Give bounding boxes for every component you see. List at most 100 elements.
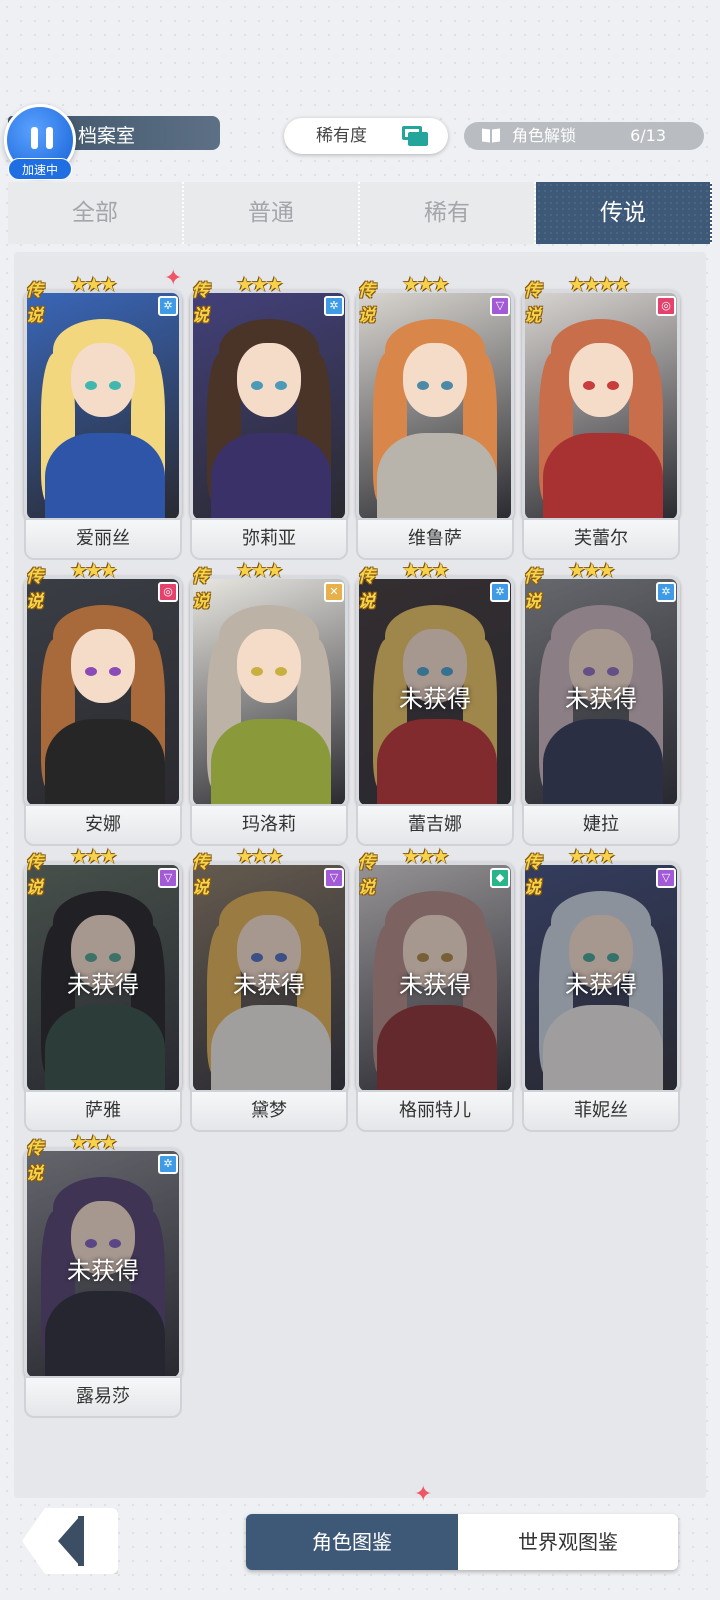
character-card[interactable]: ▽ 传说 ★★★ 维鲁萨	[356, 272, 514, 562]
unlock-label: 角色解锁	[512, 126, 577, 145]
rarity-label: 传说	[358, 853, 375, 898]
star-rating-icon: ★★★	[236, 558, 284, 582]
tab-character-gallery[interactable]: 角色图鉴	[246, 1514, 458, 1570]
star-rating-icon: ★★★	[70, 558, 118, 582]
ice-element-icon: ✲	[490, 582, 510, 602]
character-name: 弥莉亚	[190, 518, 348, 560]
star-rating-icon: ★★★	[70, 844, 118, 868]
rarity-label: 传说	[26, 1139, 43, 1184]
rarity-label: 传说	[26, 281, 43, 326]
unacquired-label: 未获得	[399, 971, 471, 999]
bottom-tabs: 角色图鉴 世界观图鉴	[246, 1514, 678, 1570]
character-card[interactable]: 未获得 ✲ 传说 ★★★ 露易莎	[24, 1130, 182, 1420]
character-portrait	[24, 290, 182, 522]
fire-element-icon: ◎	[158, 582, 178, 602]
tab-all[interactable]: 全部	[8, 182, 184, 244]
star-rating-icon: ★★★	[402, 558, 450, 582]
character-name: 萨雅	[24, 1090, 182, 1132]
star-rating-icon: ★★★	[70, 1130, 118, 1154]
rarity-label: 传说	[358, 567, 375, 612]
star-rating-icon: ★★★	[236, 844, 284, 868]
character-portrait	[522, 290, 680, 522]
speed-badge: 加速中	[8, 158, 72, 180]
new-sparkle-icon: ✦	[164, 266, 183, 291]
ice-element-icon: ✲	[324, 296, 344, 316]
unacquired-label: 未获得	[233, 971, 305, 999]
character-name: 玛洛莉	[190, 804, 348, 846]
character-name: 爱丽丝	[24, 518, 182, 560]
character-card[interactable]: 未获得 ▽ 传说 ★★★ 菲妮丝	[522, 844, 680, 1134]
character-name: 蕾吉娜	[356, 804, 514, 846]
character-name: 露易莎	[24, 1376, 182, 1418]
star-rating-icon: ★★★	[70, 272, 118, 296]
tab-worldview-gallery[interactable]: 世界观图鉴	[458, 1514, 678, 1570]
rarity-label: 传说	[26, 567, 43, 612]
character-name: 婕拉	[522, 804, 680, 846]
dark-element-icon: ▽	[656, 868, 676, 888]
unacquired-label: 未获得	[565, 685, 637, 713]
sort-toggle-icon	[402, 126, 430, 146]
character-card[interactable]: 未获得 ▽ 传说 ★★★ 萨雅	[24, 844, 182, 1134]
character-card[interactable]: 未获得 ▽ 传说 ★★★ 黛梦	[190, 844, 348, 1134]
character-card[interactable]: ✕ 传说 ★★★ 玛洛莉	[190, 558, 348, 848]
star-rating-icon: ★★★	[402, 844, 450, 868]
rarity-sort-label: 稀有度	[316, 126, 367, 146]
light-element-icon: ✕	[324, 582, 344, 602]
sparkle-icon: ✦	[414, 1482, 433, 1507]
rarity-label: 传说	[192, 281, 209, 326]
unacquired-label: 未获得	[67, 1257, 139, 1285]
character-portrait	[356, 290, 514, 522]
character-portrait: 未获得	[356, 576, 514, 808]
back-arrow-icon	[58, 1516, 80, 1566]
ice-element-icon: ✲	[158, 296, 178, 316]
dark-element-icon: ▽	[158, 868, 178, 888]
character-portrait	[190, 576, 348, 808]
character-card[interactable]: 未获得 ✲ 传说 ★★★ 蕾吉娜	[356, 558, 514, 848]
character-name: 黛梦	[190, 1090, 348, 1132]
unacquired-label: 未获得	[399, 685, 471, 713]
star-rating-icon: ★★★★	[568, 272, 631, 296]
unacquired-label: 未获得	[67, 971, 139, 999]
rarity-label: 传说	[524, 853, 541, 898]
character-portrait: 未获得	[522, 862, 680, 1094]
character-grid: ✲ 传说 ★★★ 爱丽丝 ✲ 传说 ★★★ 弥莉亚 ▽ 传说 ★★★ 维鲁萨 ◎ 传说 ★★★★ 芙蕾尔…	[14, 252, 706, 1498]
rarity-tabs: 全部 普通 稀有 传说	[8, 182, 712, 244]
character-name: 格丽特儿	[356, 1090, 514, 1132]
rarity-label: 传说	[192, 567, 209, 612]
character-unlock-progress: 角色解锁 6/13	[464, 122, 704, 150]
rarity-sort-button[interactable]: 稀有度	[284, 118, 448, 154]
character-portrait: 未获得	[522, 576, 680, 808]
rarity-label: 传说	[524, 281, 541, 326]
star-rating-icon: ★★★	[568, 844, 616, 868]
star-rating-icon: ★★★	[568, 558, 616, 582]
character-card[interactable]: ◎ 传说 ★★★ 安娜	[24, 558, 182, 848]
tab-legendary[interactable]: 传说	[536, 182, 712, 244]
rarity-label: 传说	[358, 281, 375, 326]
character-portrait: 未获得	[24, 862, 182, 1094]
fire-element-icon: ◎	[656, 296, 676, 316]
character-card[interactable]: ◎ 传说 ★★★★ 芙蕾尔	[522, 272, 680, 562]
character-portrait: 未获得	[356, 862, 514, 1094]
dark-element-icon: ▽	[324, 868, 344, 888]
character-portrait	[190, 290, 348, 522]
character-card[interactable]: 未获得 ✲ 传说 ★★★ 婕拉	[522, 558, 680, 848]
rarity-label: 传说	[26, 853, 43, 898]
rarity-label: 传说	[524, 567, 541, 612]
page-title: 档案室	[78, 125, 136, 147]
wind-element-icon: ◆	[490, 868, 510, 888]
back-arrow-bar	[78, 1516, 84, 1566]
rarity-label: 传说	[192, 853, 209, 898]
character-name: 芙蕾尔	[522, 518, 680, 560]
character-portrait	[24, 576, 182, 808]
star-rating-icon: ★★★	[236, 272, 284, 296]
character-name: 维鲁萨	[356, 518, 514, 560]
character-card[interactable]: ✲ 传说 ★★★ 弥莉亚	[190, 272, 348, 562]
unacquired-label: 未获得	[565, 971, 637, 999]
tab-normal[interactable]: 普通	[184, 182, 360, 244]
character-card[interactable]: ✲ 传说 ★★★ 爱丽丝	[24, 272, 182, 562]
pause-icon	[31, 127, 53, 149]
ice-element-icon: ✲	[656, 582, 676, 602]
ice-element-icon: ✲	[158, 1154, 178, 1174]
character-card[interactable]: 未获得 ◆ 传说 ★★★ 格丽特儿	[356, 844, 514, 1134]
tab-rare[interactable]: 稀有	[360, 182, 536, 244]
